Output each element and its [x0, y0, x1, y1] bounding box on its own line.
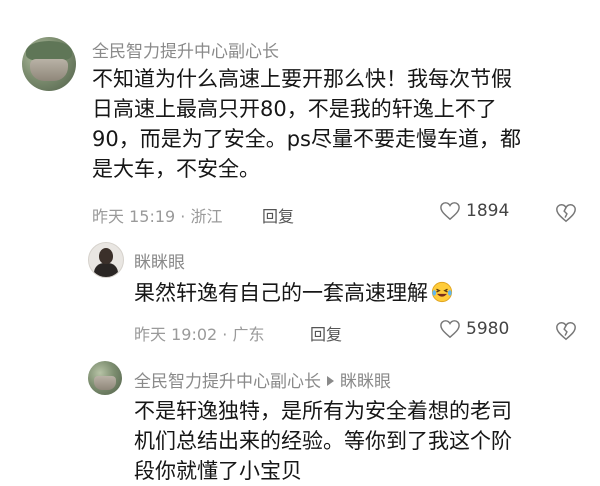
reply-username: 全民智力提升中心副心长 眯眯眼: [134, 367, 391, 392]
triangle-right-icon: [327, 376, 334, 386]
laughing-crying-emoji-icon: [431, 281, 453, 303]
broken-heart-icon[interactable]: [555, 320, 577, 342]
reply-button[interactable]: 回复: [262, 203, 294, 227]
comment-meta: 昨天 15:19 · 浙江: [92, 203, 223, 227]
heart-outline-icon: [440, 202, 460, 221]
reply-text-line: 机们总结出来的经验。等你到了我这个阶: [134, 429, 512, 453]
like-count: 5980: [466, 319, 510, 339]
avatar[interactable]: [88, 242, 124, 278]
comment-username[interactable]: 全民智力提升中心副心长: [92, 37, 279, 62]
comment-text-line: 是大车，不安全。: [92, 157, 260, 181]
reply-text: 果然轩逸有自己的一套高速理解: [134, 278, 453, 308]
avatar-tree-shape: [26, 41, 72, 61]
meta-separator: ·: [180, 207, 186, 226]
avatar[interactable]: [88, 361, 122, 395]
reply-meta: 昨天 19:02 · 广东: [134, 321, 265, 345]
meta-separator: ·: [222, 325, 228, 344]
reply-location: 广东: [232, 325, 265, 344]
like-button[interactable]: 5980: [439, 319, 509, 339]
comment-text: 不知道为什么高速上要开那么快！我每次节假 日高速上最高只开80，不是我的轩逸上不…: [92, 64, 521, 184]
avatar[interactable]: [22, 37, 76, 91]
reply-text-line: 段你就懂了小宝贝: [134, 459, 302, 483]
reply-text: 不是轩逸独特，是所有为安全着想的老司 机们总结出来的经验。等你到了我这个阶 段你…: [134, 396, 512, 486]
comment-time: 昨天 15:19: [92, 207, 176, 226]
reply-button[interactable]: 回复: [310, 321, 342, 345]
comment-location: 浙江: [190, 207, 223, 226]
avatar-head-shape: [99, 248, 113, 264]
comment-text-line: 90，而是为了安全。ps尽量不要走慢车道，都: [92, 127, 521, 151]
heart-outline-icon: [440, 320, 460, 339]
like-button[interactable]: 1894: [439, 201, 509, 221]
reply-to-user[interactable]: 眯眯眼: [340, 372, 391, 392]
avatar-road-shape: [94, 376, 116, 390]
reply-author[interactable]: 全民智力提升中心副心长: [134, 372, 321, 392]
broken-heart-icon[interactable]: [555, 202, 577, 224]
comment-text-line: 日高速上最高只开80，不是我的轩逸上不了: [92, 97, 497, 121]
reply-username[interactable]: 眯眯眼: [134, 248, 185, 273]
reply-time: 昨天 19:02: [134, 325, 218, 344]
like-count: 1894: [466, 201, 510, 221]
avatar-road-shape: [30, 59, 68, 81]
reply-text-line: 不是轩逸独特，是所有为安全着想的老司: [134, 399, 512, 423]
avatar-body-shape: [94, 263, 118, 277]
comment-text-line: 不知道为什么高速上要开那么快！我每次节假: [92, 67, 512, 91]
reply-text-body: 果然轩逸有自己的一套高速理解: [134, 281, 428, 305]
